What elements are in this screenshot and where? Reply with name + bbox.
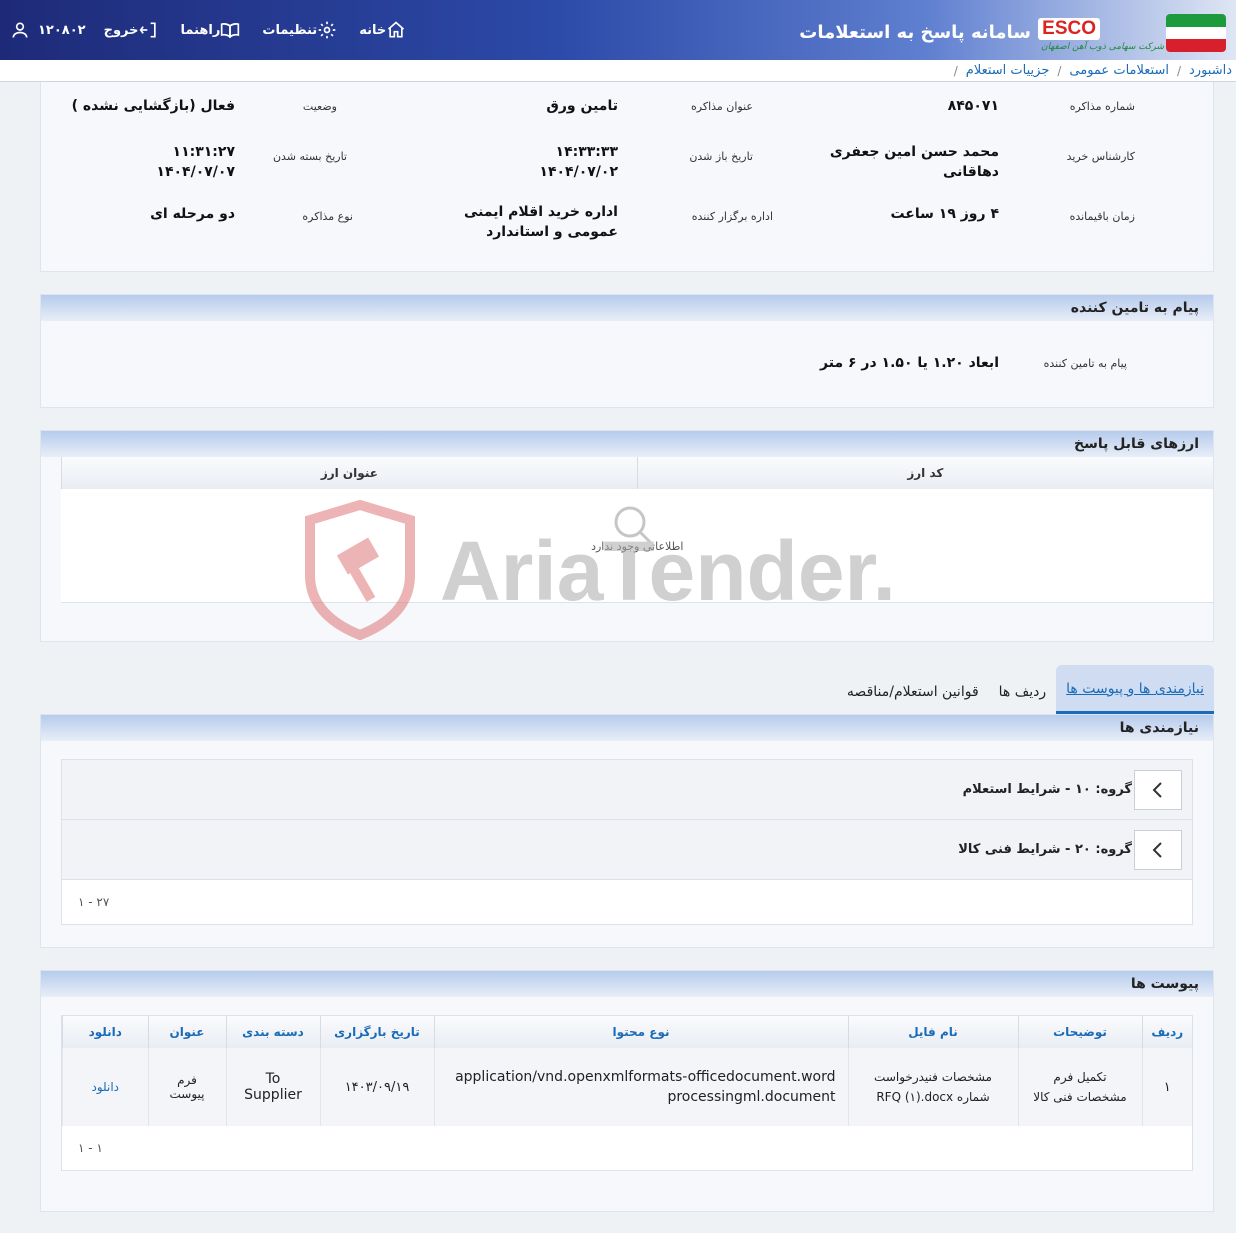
status-value: فعال (بازگشایی نشده ) — [71, 98, 235, 114]
currencies-panel: ارزهای قابل پاسخ کد ارز عنوان ارز اطلاعا… — [40, 430, 1214, 642]
home-link[interactable]: خانه — [359, 20, 410, 40]
app-title: سامانه پاسخ به استعلامات — [799, 22, 1031, 43]
tab-rules[interactable]: قوانین استعلام/مناقصه — [837, 684, 989, 714]
app-header: ۱۲۰۸۰۲ خروج راهنما تنظیمات خانه ESCO شرک… — [0, 0, 1236, 60]
chevron-left-icon — [1152, 781, 1162, 798]
user-id: ۱۲۰۸۰۲ — [38, 22, 86, 38]
buyer-value: محمد حسن امین جعفری دهاقانی — [829, 144, 999, 180]
attachments-table: ردیف توضیحات نام فایل نوع محتوا تاریخ با… — [62, 1016, 1192, 1126]
guide-link[interactable]: راهنما — [181, 20, 245, 40]
settings-label: تنظیمات — [262, 22, 318, 38]
breadcrumb: داشبورد / استعلامات عمومی / جزییات استعل… — [0, 60, 1236, 82]
breadcrumb-dashboard[interactable]: داشبورد — [1189, 63, 1232, 78]
expand-button[interactable] — [1134, 829, 1182, 870]
negotiation-type-label: نوع مذاکره — [302, 210, 353, 223]
remaining-time: ۴ روز ۱۹ ساعت — [890, 206, 999, 222]
esco-logo: ESCO — [1038, 18, 1100, 40]
negotiation-type: دو مرحله ای — [150, 206, 235, 222]
close-time: ۱۱:۳۱:۲۷ — [172, 144, 235, 160]
attachments-heading: پیوست ها — [41, 971, 1213, 997]
logout-label: خروج — [103, 22, 139, 38]
col-category[interactable]: دسته بندی — [225, 1016, 320, 1048]
table-row: ۱ تکمیل فرم مشخصات فنی کالا مشخصات فنیدر… — [62, 1048, 1192, 1126]
remaining-time-label: زمان باقیمانده — [1069, 210, 1135, 223]
requirements-heading: نیازمندی ها — [41, 715, 1213, 741]
requirements-list: گروه: ۱۰ - شرایط استعلام گروه: ۲۰ - شرای… — [61, 759, 1193, 925]
col-currency-code[interactable]: کد ارز — [636, 457, 1213, 489]
requirement-group[interactable]: گروه: ۱۰ - شرایط استعلام — [62, 760, 1192, 820]
attachment-filename: مشخصات فنیدرخواست شماره RFQ (۱).docx — [847, 1048, 1018, 1126]
col-content-type[interactable]: نوع محتوا — [433, 1016, 848, 1048]
currencies-empty: اطلاعاتی وجود ندارد — [591, 539, 684, 553]
supplier-message-panel: پیام به تامین کننده پیام به تامین کننده … — [40, 294, 1214, 408]
attachment-title: فرم پیوست — [147, 1048, 226, 1126]
breadcrumb-inquiry-details[interactable]: جزییات استعلام — [966, 63, 1050, 78]
settings-link[interactable]: تنظیمات — [262, 20, 341, 40]
attachment-content-type: application/vnd.openxmlformats-officedoc… — [433, 1048, 848, 1126]
requirements-pager: ۱ - ۲۷ — [78, 895, 110, 909]
attachment-category: To Supplier — [225, 1048, 320, 1126]
user-menu[interactable]: ۱۲۰۸۰۲ — [10, 20, 86, 40]
logout-icon — [139, 22, 156, 38]
tab-rows[interactable]: ردیف ها — [989, 684, 1056, 714]
status-label: وضعیت — [302, 100, 337, 113]
breadcrumb-separator: / — [953, 63, 958, 78]
attachment-download-link[interactable]: دانلود — [62, 1048, 148, 1126]
brand: ESCO شرکت سهامی ذوب آهن اصفهان سامانه پا… — [799, 0, 1236, 60]
close-date: ۱۴۰۴/۰۷/۰۷ — [156, 164, 235, 180]
open-date-label: تاریخ باز شدن — [689, 150, 753, 163]
attachments-pager: ۱ - ۱ — [78, 1141, 103, 1155]
logout-link[interactable]: خروج — [104, 20, 163, 40]
col-description[interactable]: توضیحات — [1017, 1016, 1142, 1048]
guide-label: راهنما — [180, 22, 221, 38]
attachment-description: تکمیل فرم مشخصات فنی کالا — [1017, 1048, 1142, 1126]
breadcrumb-separator: / — [1057, 63, 1062, 78]
flag-logo — [1166, 14, 1226, 52]
organizer-label: اداره برگزار کننده — [691, 210, 773, 223]
currencies-heading: ارزهای قابل پاسخ — [41, 431, 1213, 457]
breadcrumb-separator: / — [1176, 63, 1181, 78]
negotiation-number: ۸۴۵۰۷۱ — [947, 98, 999, 114]
tab-requirements-attachments[interactable]: نیازمندی ها و پیوست ها — [1056, 665, 1214, 714]
requirement-group-label: گروه: ۲۰ - شرایط فنی کالا — [958, 842, 1132, 857]
requirements-panel: نیازمندی ها گروه: ۱۰ - شرایط استعلام گرو… — [40, 714, 1214, 948]
home-label: خانه — [359, 22, 387, 38]
breadcrumb-public-inquiries[interactable]: استعلامات عمومی — [1069, 63, 1169, 78]
supplier-message-heading: پیام به تامین کننده — [41, 295, 1213, 321]
chevron-left-icon — [1152, 841, 1162, 858]
brand-subtitle: شرکت سهامی ذوب آهن اصفهان — [1041, 42, 1164, 52]
open-time: ۱۴:۳۳:۳۳ — [555, 144, 618, 160]
currencies-table: کد ارز عنوان ارز اطلاعاتی وجود ندارد — [61, 457, 1213, 603]
col-title[interactable]: عنوان — [147, 1016, 226, 1048]
organizer-value: اداره خرید اقلام ایمنی عمومی و استاندارد — [463, 204, 618, 240]
negotiation-number-label: شماره مذاکره — [1069, 100, 1135, 113]
col-upload-date[interactable]: تاریخ بارگزاری — [319, 1016, 434, 1048]
col-index[interactable]: ردیف — [1141, 1016, 1192, 1048]
attachments-table-wrap: ردیف توضیحات نام فایل نوع محتوا تاریخ با… — [61, 1015, 1193, 1171]
attachment-index: ۱ — [1141, 1048, 1192, 1126]
requirement-group-label: گروه: ۱۰ - شرایط استعلام — [962, 782, 1132, 797]
negotiation-title-label: عنوان مذاکره — [691, 100, 753, 113]
supplier-message-text: ابعاد ۱.۲۰ یا ۱.۵۰ در ۶ متر — [820, 355, 999, 371]
attachments-panel: پیوست ها ردیف توضیحات نام فایل نوع محتوا… — [40, 970, 1214, 1212]
requirement-group[interactable]: گروه: ۲۰ - شرایط فنی کالا — [62, 820, 1192, 880]
buyer-label: کارشناس خرید — [1066, 150, 1135, 163]
inquiry-info-panel: شماره مذاکره ۸۴۵۰۷۱ عنوان مذاکره تامین و… — [40, 82, 1214, 272]
attachment-upload-date: ۱۴۰۳/۰۹/۱۹ — [319, 1048, 434, 1126]
user-icon — [12, 22, 28, 38]
currencies-table-wrap: کد ارز عنوان ارز اطلاعاتی وجود ندارد — [61, 457, 1213, 603]
col-filename[interactable]: نام فایل — [847, 1016, 1018, 1048]
col-download[interactable]: دانلود — [62, 1016, 148, 1048]
expand-button[interactable] — [1134, 769, 1182, 810]
supplier-message-label: پیام به تامین کننده — [1043, 357, 1127, 370]
detail-tabs: نیازمندی ها و پیوست ها ردیف ها قوانین اس… — [837, 664, 1214, 714]
col-currency-title[interactable]: عنوان ارز — [61, 457, 638, 489]
close-date-label: تاریخ بسته شدن — [272, 150, 347, 163]
negotiation-title: تامین ورق — [546, 98, 618, 114]
gear-icon — [318, 21, 336, 39]
open-date: ۱۴۰۴/۰۷/۰۲ — [539, 164, 618, 180]
book-icon — [221, 23, 240, 39]
top-nav: ۱۲۰۸۰۲ خروج راهنما تنظیمات خانه — [0, 0, 410, 60]
home-icon — [388, 21, 405, 38]
